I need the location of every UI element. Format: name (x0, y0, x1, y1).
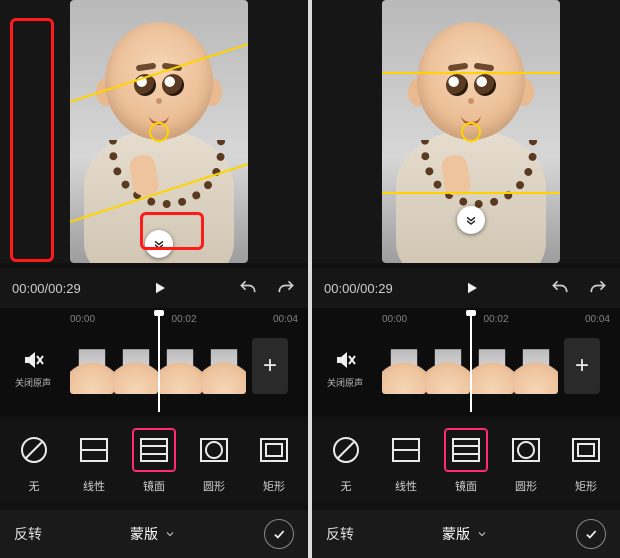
redo-button[interactable] (276, 278, 296, 298)
mask-option-icon-circle (504, 428, 548, 472)
mask-option-icon-mirror (132, 428, 176, 472)
clip-strip[interactable]: + (70, 338, 288, 394)
invert-mask-button[interactable]: 反转 (326, 524, 354, 544)
mask-option-label: 镜面 (128, 478, 180, 494)
chevron-down-icon (476, 528, 488, 540)
clip-thumbnail[interactable] (158, 338, 202, 394)
clip-thumbnail[interactable] (514, 338, 558, 394)
play-button[interactable] (145, 274, 173, 302)
mask-option-rect[interactable]: 矩形 (560, 428, 612, 494)
playhead[interactable] (470, 312, 472, 412)
undo-button[interactable] (550, 278, 570, 298)
mask-type-row: 无 线性 镜面 圆形 矩形 (312, 420, 620, 502)
ruler-tick: 00:00 (70, 314, 95, 328)
redo-button[interactable] (588, 278, 608, 298)
preview-area[interactable] (312, 0, 620, 263)
mask-option-label: 无 (320, 478, 372, 494)
mask-option-mirror[interactable]: 镜面 (128, 428, 180, 494)
mask-option-label: 线性 (68, 478, 120, 494)
mask-option-rect[interactable]: 矩形 (248, 428, 300, 494)
mask-option-label: 镜面 (440, 478, 492, 494)
mute-original-audio[interactable]: 关闭原声 (8, 348, 58, 389)
mask-option-none[interactable]: 无 (320, 428, 372, 494)
mask-expand-handle[interactable] (457, 206, 485, 234)
undo-button[interactable] (238, 278, 258, 298)
mute-original-audio[interactable]: 关闭原声 (320, 348, 370, 389)
clip-thumbnail[interactable] (470, 338, 514, 394)
panel-title: 蒙版 (442, 524, 488, 544)
ruler-tick: 00:02 (483, 314, 508, 328)
timecode: 00:00/00:29 (324, 281, 393, 296)
panel-title: 蒙版 (130, 524, 176, 544)
mask-option-icon-linear (384, 428, 428, 472)
mask-option-label: 无 (8, 478, 60, 494)
mute-label: 关闭原声 (320, 376, 370, 389)
timecode: 00:00/00:29 (12, 281, 81, 296)
add-clip-button[interactable]: + (252, 338, 288, 394)
video-frame (382, 0, 560, 263)
ruler-tick: 00:00 (382, 314, 407, 328)
play-button[interactable] (457, 274, 485, 302)
ruler-tick: 00:04 (585, 314, 610, 328)
time-ruler: 00:00 00:02 00:04 (382, 314, 610, 328)
ruler-tick: 00:04 (273, 314, 298, 328)
timeline[interactable]: 00:00 00:02 00:04 关闭原声 (0, 308, 308, 416)
mask-option-label: 线性 (380, 478, 432, 494)
add-clip-button[interactable]: + (564, 338, 600, 394)
mask-type-row: 无 线性 镜面 圆形 矩形 (0, 420, 308, 502)
ruler-tick: 00:02 (171, 314, 196, 328)
mask-option-circle[interactable]: 圆形 (188, 428, 240, 494)
bottom-bar: 反转 蒙版 (312, 510, 620, 558)
preview-area[interactable] (0, 0, 308, 263)
mask-option-label: 圆形 (188, 478, 240, 494)
clip-thumbnail[interactable] (426, 338, 470, 394)
mask-option-circle[interactable]: 圆形 (500, 428, 552, 494)
speaker-muted-icon (333, 348, 357, 372)
chevron-down-icon (164, 528, 176, 540)
timeline[interactable]: 00:00 00:02 00:04 关闭原声 (312, 308, 620, 416)
mask-option-icon-mirror (444, 428, 488, 472)
clip-thumbnail[interactable] (382, 338, 426, 394)
video-frame (70, 0, 248, 263)
annotation-sidebar-box (10, 18, 54, 262)
confirm-button[interactable] (576, 519, 606, 549)
transport-bar: 00:00/00:29 (0, 268, 308, 308)
time-ruler: 00:00 00:02 00:04 (70, 314, 298, 328)
mask-option-icon-none (324, 428, 368, 472)
editor-panel: 00:00/00:29 00:00 00:02 00:04 关闭原声 (312, 0, 620, 558)
mask-option-label: 矩形 (248, 478, 300, 494)
mask-option-linear[interactable]: 线性 (380, 428, 432, 494)
clip-thumbnail[interactable] (114, 338, 158, 394)
mask-option-linear[interactable]: 线性 (68, 428, 120, 494)
playhead[interactable] (158, 312, 160, 412)
mask-option-icon-linear (72, 428, 116, 472)
invert-mask-button[interactable]: 反转 (14, 524, 42, 544)
clip-strip[interactable]: + (382, 338, 600, 394)
mask-option-icon-none (12, 428, 56, 472)
mask-option-icon-rect (564, 428, 608, 472)
mask-option-icon-rect (252, 428, 296, 472)
speaker-muted-icon (21, 348, 45, 372)
mute-label: 关闭原声 (8, 376, 58, 389)
mask-option-icon-circle (192, 428, 236, 472)
mask-option-label: 圆形 (500, 478, 552, 494)
mask-option-label: 矩形 (560, 478, 612, 494)
bottom-bar: 反转 蒙版 (0, 510, 308, 558)
transport-bar: 00:00/00:29 (312, 268, 620, 308)
confirm-button[interactable] (264, 519, 294, 549)
clip-thumbnail[interactable] (70, 338, 114, 394)
mask-option-mirror[interactable]: 镜面 (440, 428, 492, 494)
mask-expand-handle[interactable] (145, 230, 173, 258)
editor-panel: 00:00/00:29 00:00 00:02 00:04 关闭原声 (0, 0, 308, 558)
clip-thumbnail[interactable] (202, 338, 246, 394)
mask-option-none[interactable]: 无 (8, 428, 60, 494)
